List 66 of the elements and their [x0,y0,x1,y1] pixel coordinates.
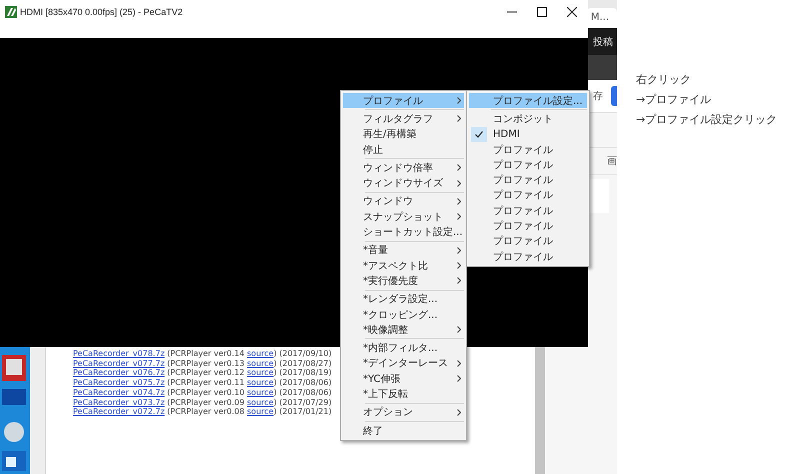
file-link[interactable]: PeCaRecorder_v073.7z [73,398,165,407]
instruction-text: →プロファイル設定クリック [636,112,778,128]
menu-item[interactable]: プロファイル [469,234,587,249]
file-link[interactable]: PeCaRecorder_v078.7z [73,349,165,358]
menu-item[interactable]: プロファイル [469,157,587,172]
menu-item[interactable]: *映像調整 [343,322,464,338]
file-link[interactable]: PeCaRecorder_v072.7z [73,407,165,416]
menu-item[interactable]: *レンダラ設定... [343,292,464,307]
file-link[interactable]: PeCaRecorder_v076.7z [73,368,165,378]
menu-item[interactable]: *上下反転 [343,386,464,402]
nav-link[interactable]: 投稿 [593,34,613,48]
menu-item[interactable]: *音量 [343,242,464,258]
menu-item[interactable]: プロファイル設定... [469,93,587,108]
download-entry: PeCaRecorder_v075.7z (PCRPlayer ver0.11 source) (2017/08/06) [73,378,332,388]
download-entry: PeCaRecorder_v076.7z (PCRPlayer ver0.12 source) (2017/08/19) [73,368,332,378]
source-link[interactable]: source [247,388,274,397]
source-link[interactable]: source [247,349,274,358]
menu-item[interactable]: *デインターレース [343,356,464,372]
menu-item[interactable]: コンポジット [469,111,587,127]
menu-item[interactable]: ウィンドウ [343,194,464,210]
source-link[interactable]: source [247,407,274,416]
file-link[interactable]: PeCaRecorder_v075.7z [73,378,165,388]
menu-item[interactable]: *YC伸張 [343,371,464,386]
download-entry: PeCaRecorder_v074.7z (PCRPlayer ver0.10 source) (2017/08/06) [73,388,332,398]
source-link[interactable]: source [247,378,274,388]
source-link[interactable]: source [247,358,274,368]
menu-item[interactable]: プロファイル [469,218,587,234]
menu-item[interactable]: 再生/再構築 [343,126,464,142]
scrollbar[interactable] [535,347,545,474]
menu-item[interactable]: *クロッピング... [343,306,464,322]
menu-item[interactable]: ウィンドウ倍率 [343,160,464,176]
source-link[interactable]: source [247,398,274,407]
close-icon[interactable] [567,6,577,16]
maximize-icon[interactable] [537,6,547,16]
menu-item[interactable]: フィルタグラフ [343,111,464,127]
menu-item[interactable]: プロファイル [469,142,587,158]
action-button[interactable] [611,86,617,106]
menu-item[interactable]: *アスペクト比 [343,258,464,274]
download-entry: PeCaRecorder_v072.7z (PCRPlayer ver0.08 source) (2017/01/21) [73,407,332,417]
menu-item[interactable]: スナップショット [343,209,464,224]
window-title: HDMI [835x470 0.00fps] (25) - PeCaTV2 [20,6,183,16]
menu-item[interactable]: ショートカット設定... [343,224,464,240]
browser-tab[interactable]: M... [586,8,617,28]
download-entry: PeCaRecorder_v078.7z (PCRPlayer ver0.14 source) (2017/09/10) [73,349,332,359]
menu-item[interactable]: 停止 [343,142,464,158]
menu-item[interactable]: プロファイル [469,172,587,188]
app-icon [5,6,17,18]
menu-item[interactable]: HDMI [469,126,587,142]
tab-label[interactable]: 画 [607,154,617,168]
menu-item[interactable]: プロファイル [469,188,587,204]
menu-item[interactable]: 終了 [343,422,464,438]
menu-item[interactable]: *内部フィルタ... [343,340,464,356]
source-link[interactable]: source [247,368,274,378]
menu-item[interactable]: *実行優先度 [343,273,464,289]
file-link[interactable]: PeCaRecorder_v074.7z [73,388,165,397]
instruction-text: →プロファイル [636,92,712,108]
menu-item[interactable]: プロファイル [343,93,464,108]
menu-item[interactable]: ウィンドウサイズ [343,175,464,191]
download-entry: PeCaRecorder_v073.7z (PCRPlayer ver0.09 source) (2017/07/29) [73,398,332,408]
file-link[interactable]: PeCaRecorder_v077.7z [73,358,165,368]
menu-item[interactable]: プロファイル [469,248,587,264]
download-entry: PeCaRecorder_v077.7z (PCRPlayer ver0.13 source) (2017/08/27) [73,358,332,368]
save-label: 存 [593,90,603,103]
menu-item[interactable]: プロファイル [469,203,587,218]
instruction-text: 右クリック [636,72,692,88]
menu-item[interactable]: オプション [343,404,464,420]
